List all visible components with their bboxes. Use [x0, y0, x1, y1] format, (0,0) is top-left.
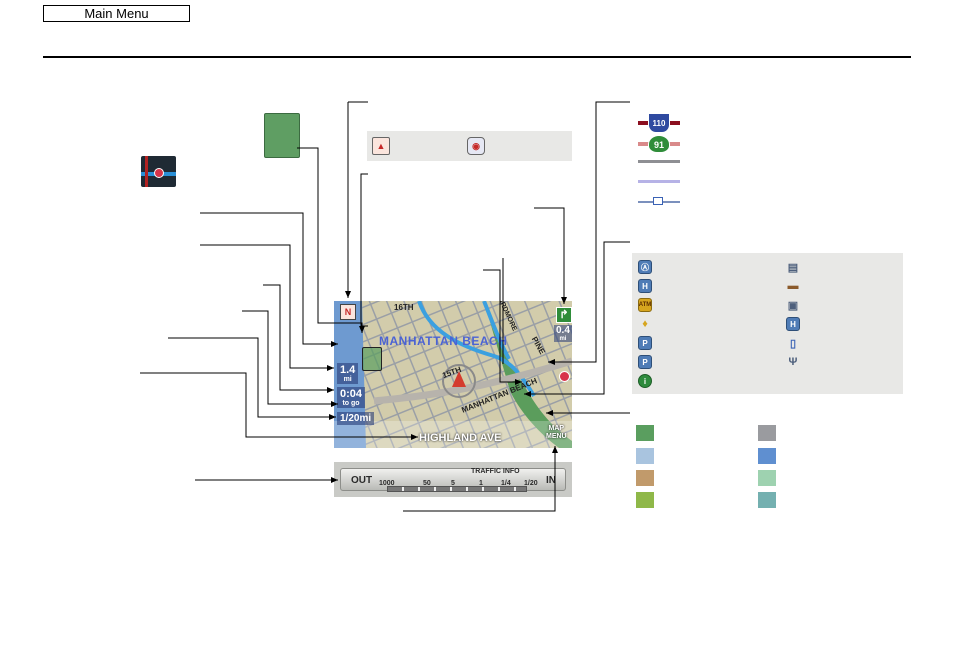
callout-lines	[140, 101, 630, 512]
